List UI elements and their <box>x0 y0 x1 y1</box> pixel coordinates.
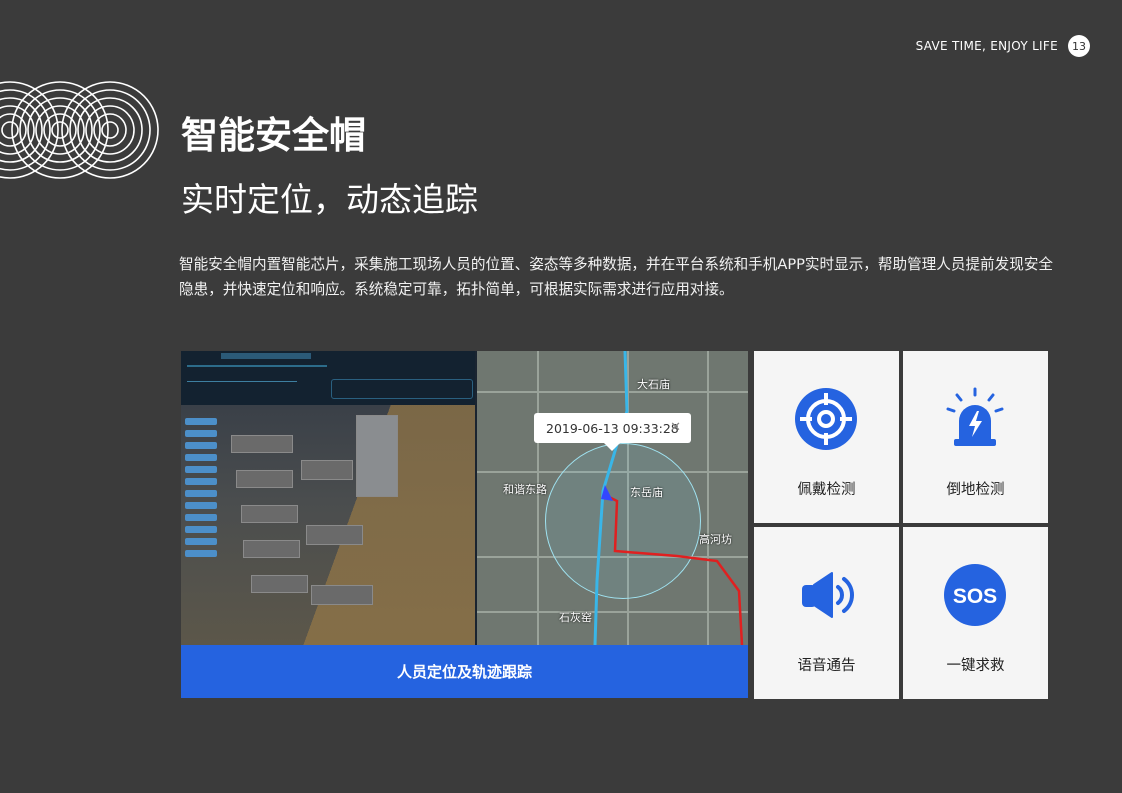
header-meta: SAVE TIME, ENJOY LIFE 13 <box>916 35 1090 57</box>
page-title: 智能安全帽 <box>181 114 366 157</box>
sos-icon-text: SOS <box>953 585 997 608</box>
sos-icon: SOS <box>944 564 1006 626</box>
map-label-2: 石灰窑 <box>559 611 592 624</box>
page-subtitle: 实时定位，动态追踪 <box>181 180 478 219</box>
tagline: SAVE TIME, ENJOY LIFE <box>915 39 1058 53</box>
speaker-icon <box>802 572 854 618</box>
description: 智能安全帽内置智能芯片，采集施工现场人员的位置、姿态等多种数据，并在平台系统和手… <box>179 256 1054 298</box>
close-icon[interactable]: ✕ <box>670 420 681 435</box>
feature-label: 倒地检测 <box>946 482 1005 498</box>
dashboard-header <box>181 351 475 406</box>
positioning-screenshot: 东岳庙 石灰窑 高河坊 大石庙 和谐东路 2019-06-13 09:33:28… <box>181 351 748 698</box>
alarm-light-icon <box>946 387 1004 446</box>
feature-card-wear-detection: 佩戴检测 <box>754 351 899 523</box>
personnel-list <box>185 413 217 562</box>
feature-card-voice-broadcast: 语音通告 <box>754 527 899 699</box>
feature-label: 佩戴检测 <box>797 482 856 498</box>
feature-card-sos: SOS 一键求救 <box>903 527 1048 699</box>
page-number: 13 <box>1068 35 1090 57</box>
crosshair-icon <box>795 388 857 450</box>
map-label-1: 东岳庙 <box>630 486 663 499</box>
popup-timestamp: 2019-06-13 09:33:28 <box>546 420 679 436</box>
feature-label: 一键求救 <box>946 658 1005 674</box>
map-label-3: 高河坊 <box>699 533 732 546</box>
aerial-view-panel <box>181 351 475 645</box>
track-path <box>593 351 744 645</box>
concentric-circles-decoration <box>0 81 159 179</box>
aerial-photo <box>181 405 475 645</box>
map-label-4: 大石庙 <box>637 378 670 391</box>
screenshot-caption: 人员定位及轨迹跟踪 <box>181 645 748 698</box>
timestamp-popup: 2019-06-13 09:33:28 ✕ <box>534 413 691 451</box>
feature-label: 语音通告 <box>797 658 856 674</box>
map-view-panel: 东岳庙 石灰窑 高河坊 大石庙 和谐东路 2019-06-13 09:33:28… <box>477 351 748 645</box>
map-label-5: 和谐东路 <box>503 483 547 496</box>
feature-card-fall-detection: 倒地检测 <box>903 351 1048 523</box>
